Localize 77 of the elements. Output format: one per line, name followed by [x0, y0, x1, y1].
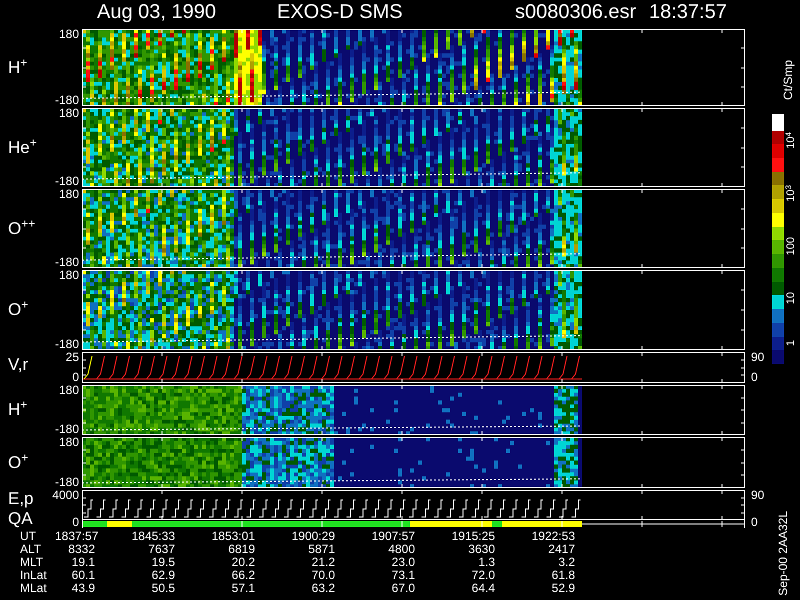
axis-tick-label: -180	[54, 95, 79, 106]
axis-tick-label: -180	[54, 424, 79, 435]
panel-label: H$^{+}$	[8, 401, 28, 419]
table-cell-text: 2417	[547, 543, 575, 556]
table-cell-text: 4800	[387, 543, 415, 556]
axis-tick-label: 25	[64, 352, 79, 363]
table-cell-text: 73.1	[390, 569, 415, 582]
table-cell-text: 23.0	[390, 556, 415, 569]
table-cell-text: 70.0	[310, 569, 335, 582]
axis-tick-label: 180	[58, 29, 79, 40]
table-cell-text: 50.5	[150, 582, 175, 595]
axis-tick-label: 0	[71, 372, 79, 383]
table-cell-text: 1900:29	[290, 530, 335, 543]
table-cell-text: 19.5	[150, 556, 175, 569]
date-label: Aug 03, 1990	[97, 0, 217, 25]
axis-tick-label: -180	[54, 176, 79, 187]
panel-label: E,p	[8, 490, 35, 508]
axis-tick-label: 0	[751, 517, 759, 528]
table-cell-text: 1845:33	[130, 530, 175, 543]
axis-tick-label: 4000	[51, 490, 79, 501]
table-cell-text: 57.1	[230, 582, 255, 595]
table-cell-text: 1907:57	[370, 530, 415, 543]
table-cell-text: 63.2	[310, 582, 335, 595]
panel-label: O$^{+}$	[8, 301, 30, 319]
time-label: 18:37:57	[649, 0, 728, 25]
axis-tick-label: 0	[751, 372, 759, 383]
panel-label: H$^{+}$	[8, 58, 28, 76]
axis-tick-label: 180	[58, 437, 79, 448]
row-label: ALT	[20, 543, 42, 556]
table-cell-text: 8332	[67, 543, 95, 556]
axis-tick-label: 180	[58, 270, 79, 281]
table-cell-text: 6819	[227, 543, 255, 556]
panel-label: V,r	[8, 356, 30, 374]
table-cell-text: 1853:01	[210, 530, 255, 543]
row-label: UT	[20, 530, 37, 543]
panel-label: O$^{++}$	[8, 220, 36, 238]
panel-label: O$^{+}$	[8, 454, 30, 472]
axis-tick-label: 0	[71, 517, 79, 528]
colorbar-tick-label: 1	[785, 340, 798, 346]
axis-tick-label: 90	[751, 490, 766, 501]
table-cell-text: 43.9	[70, 582, 95, 595]
colorbar-tick-label: 100	[785, 237, 798, 256]
table-cell-text: 1922:53	[530, 530, 575, 543]
axis-tick-label: 180	[58, 385, 79, 396]
table-cell-text: 20.2	[230, 556, 255, 569]
axis-tick-label: -180	[54, 257, 79, 268]
colorbar-tick-label: 10	[785, 292, 798, 304]
table-cell-text: 5871	[307, 543, 335, 556]
table-cell-text: 61.8	[550, 569, 575, 582]
table-cell-text: 66.2	[230, 569, 255, 582]
title-label: EXOS-D SMS	[277, 0, 404, 25]
table-cell-text: 60.1	[70, 569, 95, 582]
axis-tick-label: -180	[54, 477, 79, 488]
axis-tick-label: 180	[58, 189, 79, 200]
table-cell-text: 19.1	[70, 556, 95, 569]
table-cell-text: 62.9	[150, 569, 175, 582]
panel-label: QA	[8, 510, 34, 528]
table-cell-text: 72.0	[470, 569, 495, 582]
table-cell-text: 3.2	[557, 556, 575, 569]
table-cell-text: 7637	[147, 543, 175, 556]
row-label: MLT	[20, 556, 44, 569]
table-cell-text: 21.2	[310, 556, 335, 569]
axis-tick-label: 90	[751, 352, 766, 363]
row-label: MLat	[20, 582, 48, 595]
file-label: s0080306.esr	[515, 0, 638, 25]
table-cell-text: 64.4	[470, 582, 495, 595]
panel-label: He$^{+}$	[8, 138, 38, 156]
table-cell-text: 1915:25	[450, 530, 495, 543]
table-cell-text: 52.9	[550, 582, 575, 595]
table-cell-text: 67.0	[390, 582, 415, 595]
axis-tick-label: 180	[58, 108, 79, 119]
footer-label: Sep-00 2AA32L	[776, 511, 790, 596]
table-cell-text: 3630	[467, 543, 495, 556]
table-cell-text: 1.3	[477, 556, 495, 569]
row-label: InLat	[20, 569, 48, 582]
unit-label: Ct/Smp	[781, 60, 795, 100]
axis-tick-label: -180	[54, 339, 79, 350]
